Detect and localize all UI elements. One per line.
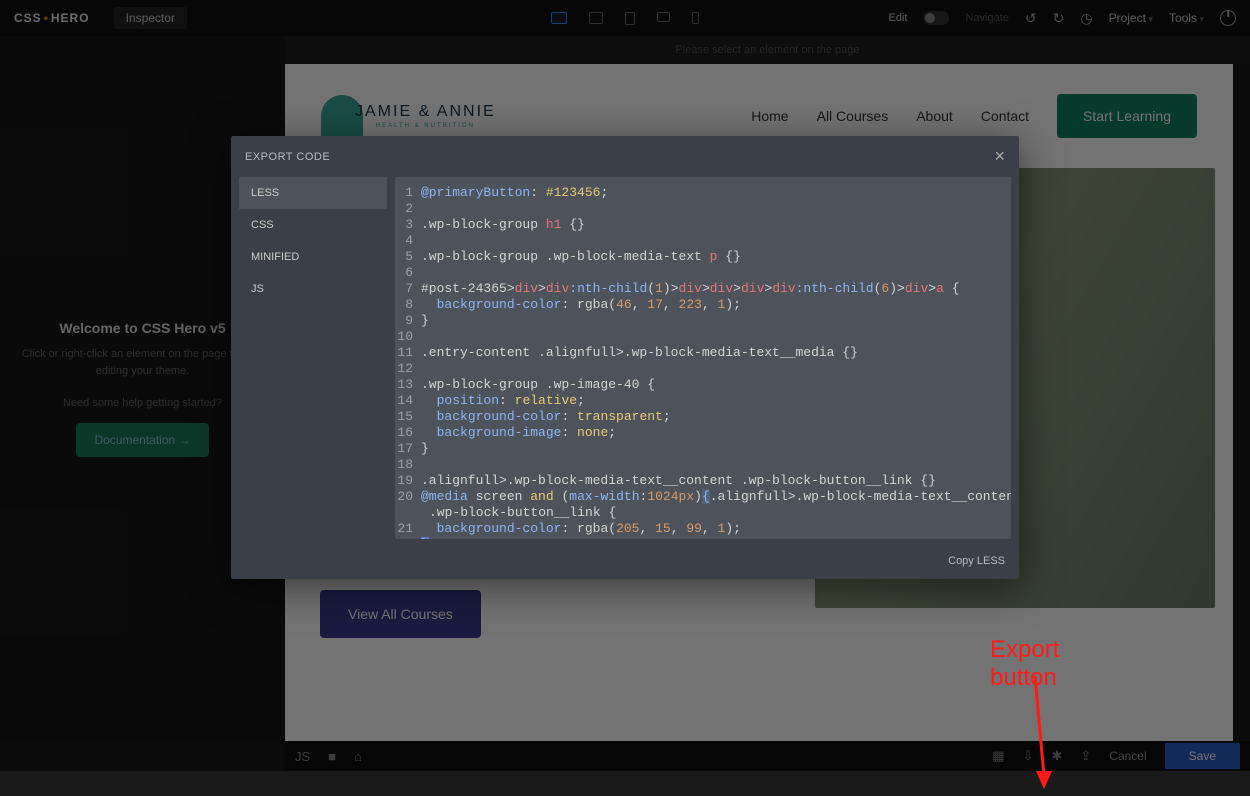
export-code-modal: EXPORT CODE × LESS CSS MINIFIED JS 1@pri… (231, 136, 1019, 579)
code-editor[interactable]: 1@primaryButton: #123456; 2 3.wp-block-g… (395, 177, 1011, 539)
modal-tabs: LESS CSS MINIFIED JS (239, 177, 387, 539)
copy-less-button[interactable]: Copy LESS (948, 555, 1005, 567)
tab-less[interactable]: LESS (239, 177, 387, 209)
close-icon[interactable]: × (994, 146, 1005, 167)
modal-footer: Copy LESS (231, 547, 1019, 579)
modal-title: EXPORT CODE (245, 151, 330, 163)
tab-css[interactable]: CSS (239, 209, 387, 241)
tab-js[interactable]: JS (239, 273, 387, 305)
modal-header: EXPORT CODE × (231, 136, 1019, 177)
modal-body: LESS CSS MINIFIED JS 1@primaryButton: #1… (231, 177, 1019, 547)
tab-minified[interactable]: MINIFIED (239, 241, 387, 273)
